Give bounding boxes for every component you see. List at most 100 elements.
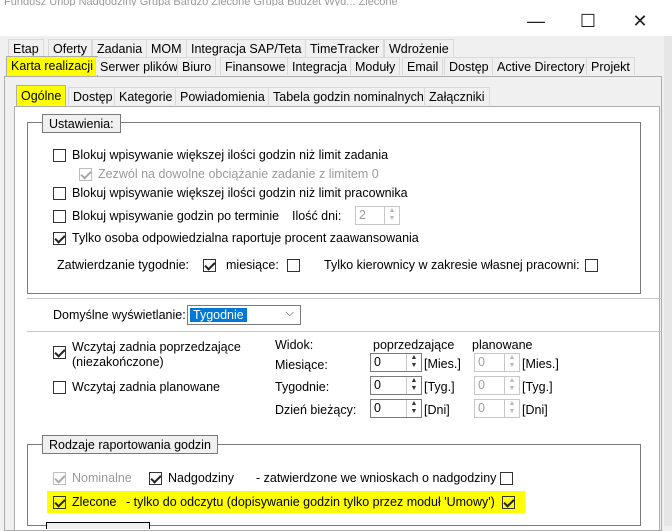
weeks-planned-unit: [Tyg.]	[522, 380, 553, 394]
months-previous-value: 0	[374, 355, 381, 369]
overtime-label: Nadgodziny	[168, 471, 235, 485]
tab-dostep[interactable]: Dostęp	[68, 87, 118, 105]
approve-weekly-checkbox[interactable]	[203, 259, 216, 272]
stepper-down-icon[interactable]: ▼	[407, 362, 421, 370]
stepper-down-icon[interactable]: ▼	[407, 385, 421, 393]
approve-months-label: miesiące:	[226, 258, 279, 272]
reporting-groupbox	[27, 444, 641, 526]
tab-serwer-plikow[interactable]: Serwer plików	[95, 57, 183, 75]
block-after-deadline-label: Blokuj wpisywanie godzin po terminie	[72, 209, 280, 223]
stepper-up-icon[interactable]: ▲	[385, 207, 399, 215]
current-day-planned-value: 0	[478, 401, 485, 415]
planned-header: planowane	[472, 338, 533, 352]
overtime-checkbox[interactable]	[149, 472, 162, 485]
block-after-deadline-checkbox[interactable]	[53, 210, 66, 223]
tab-moduly[interactable]: Moduły	[350, 57, 401, 75]
current-day-previous-unit: [Dni]	[424, 403, 450, 417]
tab-active-directory[interactable]: Active Directory	[492, 57, 590, 75]
approve-months-checkbox[interactable]	[287, 259, 300, 272]
current-day-previous-value: 0	[374, 401, 381, 415]
nominal-label: Nominalne	[72, 471, 132, 485]
weeks-planned-stepper[interactable]: 0 ▲ ▼	[474, 376, 520, 395]
ordered-checkbox[interactable]	[53, 496, 66, 509]
tab-timetracker[interactable]: TimeTracker	[305, 39, 385, 57]
tab-wdrozenie[interactable]: Wdrożenie	[384, 39, 454, 57]
minimize-button[interactable]: —	[522, 7, 550, 35]
days-value: 2	[359, 208, 366, 222]
tab-dostep-top[interactable]: Dostęp	[444, 57, 494, 75]
months-row-label: Miesiące:	[275, 358, 328, 372]
separator	[27, 298, 661, 299]
tab-biuro[interactable]: Biuro	[177, 57, 217, 75]
months-planned-stepper[interactable]: 0 ▲ ▼	[474, 353, 520, 372]
chevron-down-icon[interactable]: ⌵	[286, 307, 294, 320]
tab-ogolne[interactable]: Ogólne	[16, 85, 67, 106]
weeks-previous-value: 0	[374, 378, 381, 392]
tab-etap[interactable]: Etap	[8, 39, 44, 57]
weeks-previous-unit: [Tyg.]	[424, 380, 455, 394]
default-display-value: Tygodnie	[190, 308, 247, 322]
stepper-up-icon[interactable]: ▲	[407, 377, 421, 385]
only-managers-checkbox[interactable]	[585, 259, 598, 272]
allow-any-load-label: Zezwól na dowolne obciążanie zadanie z l…	[98, 167, 379, 181]
nominal-checkbox[interactable]	[53, 472, 66, 485]
stepper-down-icon[interactable]: ▼	[505, 408, 519, 416]
default-display-label: Domyślne wyświetlanie:	[53, 308, 186, 322]
tab-zalaczniki[interactable]: Załączniki	[424, 87, 490, 105]
stepper-down-icon[interactable]: ▼	[505, 385, 519, 393]
stepper-down-icon[interactable]: ▼	[385, 215, 399, 223]
scrollbar[interactable]	[664, 36, 672, 526]
months-planned-unit: [Mies.]	[522, 357, 559, 371]
stepper-up-icon[interactable]: ▲	[407, 400, 421, 408]
stepper-up-icon[interactable]: ▲	[407, 354, 421, 362]
stepper-down-icon[interactable]: ▼	[407, 408, 421, 416]
ordered-note: - tylko do odczytu (dopisywanie godzin t…	[126, 495, 495, 509]
days-label: Ilość dni:	[292, 209, 342, 223]
tab-tabela-godzin[interactable]: Tabela godzin nominalnych	[268, 87, 429, 105]
stepper-down-icon[interactable]: ▼	[505, 362, 519, 370]
overtime-approved-checkbox[interactable]	[500, 472, 513, 485]
load-planned-checkbox[interactable]	[53, 381, 66, 394]
close-button[interactable]: ✕	[626, 7, 654, 35]
block-employee-limit-checkbox[interactable]	[53, 187, 66, 200]
button-edge[interactable]	[46, 522, 150, 529]
months-previous-unit: [Mies.]	[424, 357, 461, 371]
tab-karta-realizacji[interactable]: Karta realizacji	[6, 56, 98, 76]
ordered-label: Zlecone	[72, 495, 117, 509]
months-planned-value: 0	[478, 355, 485, 369]
tab-finansowe[interactable]: Finansowe	[220, 57, 291, 75]
allow-any-load-checkbox[interactable]	[79, 168, 92, 181]
title-bar: — ☐ ✕	[0, 6, 672, 36]
only-responsible-checkbox[interactable]	[53, 232, 66, 245]
tab-kategorie[interactable]: Kategorie	[114, 87, 178, 105]
maximize-button[interactable]: ☐	[574, 7, 602, 35]
settings-title: Ustawienia:	[42, 114, 121, 133]
weeks-planned-value: 0	[478, 378, 485, 392]
block-task-limit-checkbox[interactable]	[53, 149, 66, 162]
current-day-previous-stepper[interactable]: 0 ▲ ▼	[370, 399, 422, 418]
current-day-planned-unit: [Dni]	[522, 403, 548, 417]
current-day-row-label: Dzień bieżący:	[275, 403, 357, 417]
tab-integracja-sap[interactable]: Integracja SAP/Teta	[186, 39, 307, 57]
tab-mom[interactable]: MOM	[146, 39, 187, 57]
default-display-select[interactable]: Tygodnie ⌵	[187, 305, 301, 325]
only-responsible-label: Tylko osoba odpowiedzialna raportuje pro…	[72, 231, 419, 245]
tab-oferty[interactable]: Oferty	[48, 39, 93, 57]
previous-header: poprzedzające	[373, 338, 455, 352]
stepper-up-icon[interactable]: ▲	[505, 377, 519, 385]
load-previous-checkbox[interactable]	[53, 346, 66, 359]
stepper-up-icon[interactable]: ▲	[505, 354, 519, 362]
weeks-previous-stepper[interactable]: 0 ▲ ▼	[370, 376, 422, 395]
days-stepper[interactable]: 2 ▲ ▼	[355, 206, 400, 225]
tab-zadania[interactable]: Zadania	[92, 39, 148, 57]
tab-integracja[interactable]: Integracja	[287, 57, 352, 75]
tab-powiadomienia[interactable]: Powiadomienia	[175, 87, 270, 105]
months-previous-stepper[interactable]: 0 ▲ ▼	[370, 353, 422, 372]
load-planned-label: Wczytaj zadnia planowane	[72, 380, 220, 394]
tab-projekt[interactable]: Projekt	[586, 57, 635, 75]
current-day-planned-stepper[interactable]: 0 ▲ ▼	[474, 399, 520, 418]
weeks-row-label: Tygodnie:	[275, 380, 330, 394]
stepper-up-icon[interactable]: ▲	[505, 400, 519, 408]
tab-email[interactable]: Email	[402, 57, 444, 75]
ordered-readonly-checkbox[interactable]	[502, 496, 515, 509]
